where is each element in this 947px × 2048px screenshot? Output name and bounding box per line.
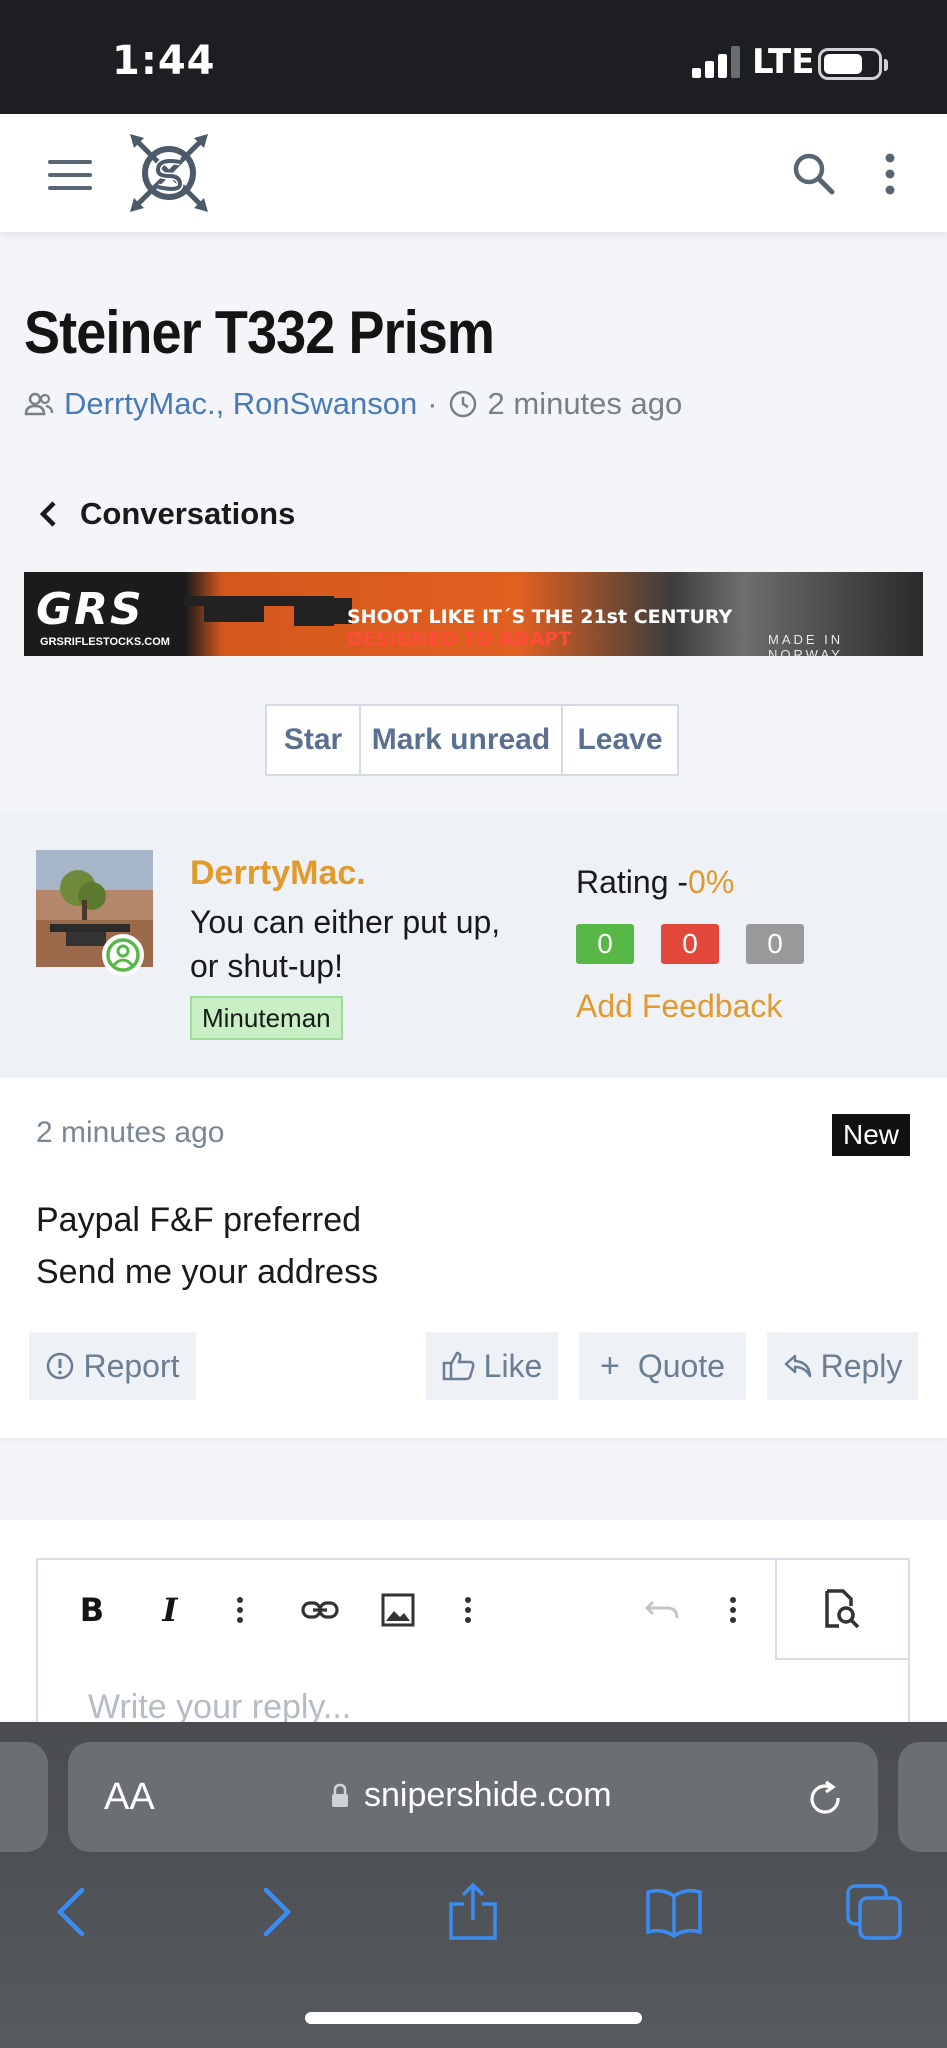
network-label: LTE: [752, 42, 815, 82]
search-icon[interactable]: [790, 150, 838, 198]
clock-icon: [449, 390, 476, 418]
participants-link[interactable]: DerrtyMac., RonSwanson: [64, 386, 417, 422]
conversations-label: Conversations: [80, 496, 296, 531]
message-time[interactable]: 2 minutes ago: [36, 1116, 224, 1150]
status-bar: 1:44 LTE: [0, 0, 947, 114]
rating-label: Rating -: [576, 864, 689, 900]
reply-label: Reply: [820, 1347, 903, 1384]
more-text-options-icon[interactable]: [220, 1590, 260, 1630]
banner-tagline-1: SHOOT LIKE IT´S THE 21st CENTURY: [347, 606, 733, 628]
thread-time: 2 minutes ago: [487, 386, 683, 421]
report-button[interactable]: Report: [29, 1332, 196, 1400]
reply-button[interactable]: Reply: [767, 1332, 918, 1400]
neutral-feedback-count[interactable]: 0: [746, 924, 804, 964]
negative-feedback-count[interactable]: 0: [661, 924, 719, 964]
battery-icon: [818, 48, 888, 80]
add-feedback-link[interactable]: Add Feedback: [576, 988, 782, 1025]
text-size-button[interactable]: AA: [104, 1776, 155, 1819]
conversation-actions: Star Mark unread Leave: [265, 704, 679, 776]
next-tab-pill[interactable]: [898, 1742, 947, 1852]
image-icon[interactable]: [378, 1590, 418, 1630]
italic-icon[interactable]: I: [150, 1590, 190, 1630]
home-indicator: [305, 2012, 642, 2024]
back-arrow-icon[interactable]: [42, 1882, 102, 1942]
previous-tab-pill[interactable]: [0, 1742, 48, 1852]
message-line: Send me your address: [36, 1253, 379, 1291]
plus-icon: +: [599, 1346, 620, 1385]
positive-feedback-count[interactable]: 0: [576, 924, 634, 964]
forward-arrow-icon[interactable]: [246, 1882, 306, 1942]
online-status-icon: [102, 934, 144, 976]
banner-made-in: MADE IN NORWAY: [768, 632, 844, 656]
site-logo[interactable]: [128, 132, 210, 214]
share-icon[interactable]: [443, 1882, 503, 1942]
banner-tagline-2: DESIGNED TO ADAPT: [347, 628, 572, 650]
lock-icon: [332, 1783, 348, 1807]
meta-separator: ·: [427, 386, 438, 421]
message-username[interactable]: DerrtyMac.: [190, 854, 366, 893]
new-badge: New: [832, 1114, 910, 1156]
message-text: Paypal F&F preferred Send me your addres…: [36, 1194, 378, 1298]
ad-banner[interactable]: GRS GRSRIFLESTOCKS.COM SHOOT LIKE IT´S T…: [24, 572, 923, 656]
signal-icon: [692, 46, 742, 78]
more-insert-options-icon[interactable]: [448, 1590, 488, 1630]
chevron-left-icon: [39, 501, 56, 527]
users-icon: [24, 392, 54, 416]
preview-toggle[interactable]: [775, 1558, 910, 1660]
rating-value: 0%: [688, 864, 735, 900]
site-header: [0, 114, 947, 232]
thumbs-up-icon: [442, 1351, 475, 1381]
mark-unread-button[interactable]: Mark unread: [361, 706, 563, 774]
rifle-stock-image: [184, 596, 352, 626]
alert-circle-icon: [47, 1352, 74, 1380]
message-line: Paypal F&F preferred: [36, 1201, 362, 1239]
preview-icon: [825, 1589, 860, 1629]
undo-icon[interactable]: [643, 1590, 683, 1630]
url-text: snipershide.com: [364, 1776, 612, 1814]
banner-url: GRSRIFLESTOCKS.COM: [40, 636, 170, 648]
star-button[interactable]: Star: [267, 706, 361, 774]
hamburger-icon[interactable]: [48, 160, 92, 190]
tabs-icon[interactable]: [844, 1882, 904, 1942]
like-label: Like: [483, 1347, 543, 1384]
more-options-icon[interactable]: [713, 1590, 753, 1630]
reply-arrow-icon: [784, 1354, 811, 1378]
bookmarks-icon[interactable]: [644, 1882, 704, 1942]
url-display[interactable]: snipershide.com: [330, 1776, 612, 1815]
reload-icon[interactable]: [804, 1778, 848, 1822]
status-time: 1:44: [112, 38, 216, 84]
bold-icon[interactable]: B: [72, 1590, 112, 1630]
user-badge: Minuteman: [190, 996, 343, 1040]
back-to-conversations[interactable]: Conversations: [38, 496, 295, 532]
quote-button[interactable]: + Quote: [579, 1332, 746, 1400]
link-icon[interactable]: [300, 1590, 340, 1630]
rating: Rating -0%: [576, 864, 734, 901]
leave-button[interactable]: Leave: [563, 706, 677, 774]
report-label: Report: [83, 1347, 180, 1384]
user-title: You can either put up, or shut-up!: [190, 904, 501, 984]
thread-meta: DerrtyMac., RonSwanson · 2 minutes ago: [24, 386, 682, 422]
like-button[interactable]: Like: [426, 1332, 558, 1400]
quote-label: Quote: [637, 1347, 726, 1384]
page-title: Steiner T332 Prism: [24, 299, 495, 366]
banner-brand: GRS: [36, 584, 144, 635]
vertical-dots-icon[interactable]: [870, 150, 910, 198]
